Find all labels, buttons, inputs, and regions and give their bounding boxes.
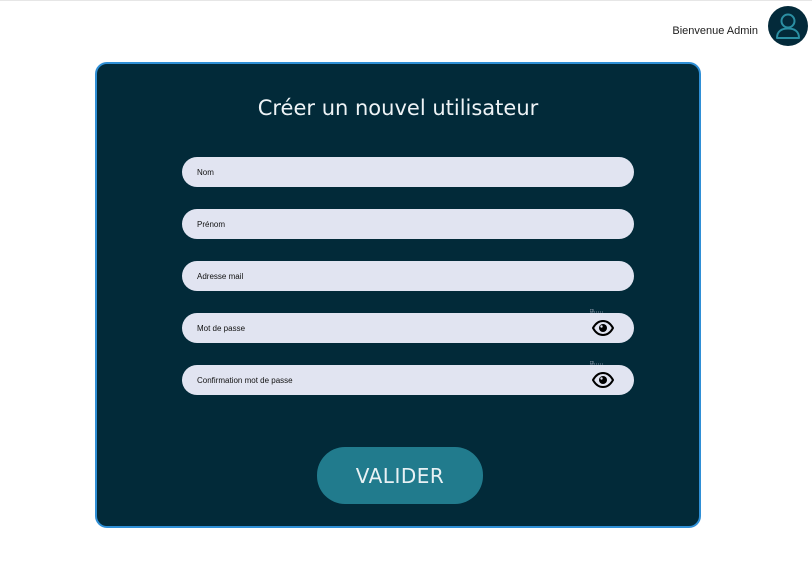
password-field-container	[182, 309, 634, 343]
email-field-container	[182, 261, 634, 291]
confirm-strength-marker	[590, 361, 604, 365]
password-input[interactable]	[182, 313, 634, 343]
password-strength-marker	[590, 309, 604, 313]
eye-icon[interactable]	[592, 320, 614, 336]
top-divider	[0, 0, 812, 1]
last-name-field-container	[182, 157, 634, 187]
create-user-card: Créer un nouvel utilisateur Nom Prénom A…	[95, 62, 701, 528]
confirm-password-input[interactable]	[182, 365, 634, 395]
email-input[interactable]	[182, 261, 634, 291]
first-name-input[interactable]	[182, 209, 634, 239]
eye-icon[interactable]	[592, 372, 614, 388]
last-name-input[interactable]	[182, 157, 634, 187]
welcome-text: Bienvenue Admin	[672, 25, 758, 37]
user-icon	[776, 13, 800, 39]
first-name-field-container	[182, 209, 634, 239]
confirm-password-field-container	[182, 361, 634, 395]
user-avatar[interactable]	[768, 6, 808, 46]
submit-button[interactable]: VALIDER	[317, 447, 483, 504]
form-title: Créer un nouvel utilisateur	[257, 96, 539, 120]
